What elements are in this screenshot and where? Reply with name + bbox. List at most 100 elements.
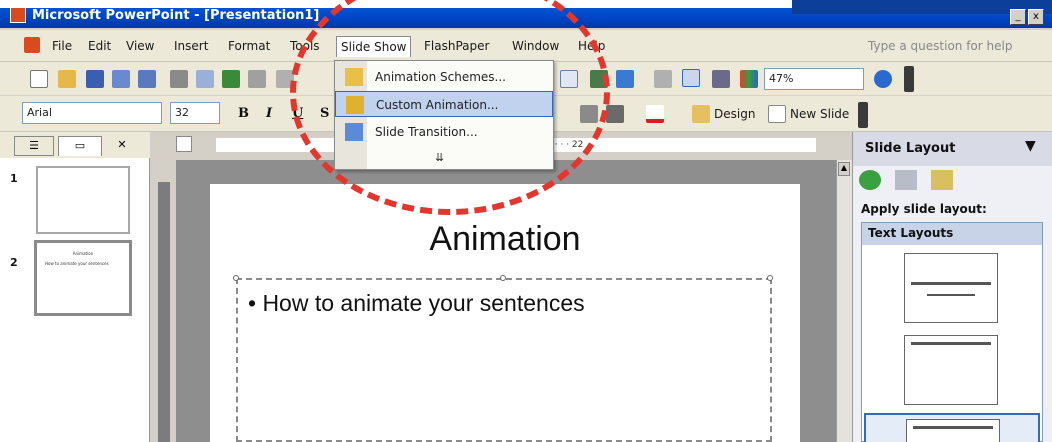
research-icon[interactable]	[248, 70, 266, 88]
scroll-up-arrow-icon[interactable]: ▲	[838, 162, 850, 176]
help-icon[interactable]	[874, 70, 892, 88]
close-pane-icon[interactable]: ✕	[112, 136, 132, 156]
vertical-ruler-track	[158, 182, 170, 442]
white-band	[0, 0, 792, 8]
menu-slide-transition[interactable]: Slide Transition...	[335, 119, 553, 145]
back-icon[interactable]	[859, 170, 881, 190]
tab-selector-icon[interactable]	[176, 136, 192, 152]
zoom-combo[interactable]: 47%	[764, 68, 864, 90]
menu-animation-schemes[interactable]: Animation Schemes...	[335, 64, 553, 90]
restore-button[interactable]: x	[1028, 9, 1044, 25]
menu-view[interactable]: View	[126, 39, 154, 53]
save-icon[interactable]	[86, 70, 104, 88]
vertical-ruler	[150, 160, 176, 442]
menu-window[interactable]: Window	[512, 39, 559, 53]
new-slide-icon[interactable]	[768, 105, 786, 123]
forward-icon[interactable]	[895, 170, 917, 190]
cut-icon[interactable]	[276, 70, 294, 88]
powerpoint-app-icon[interactable]	[10, 7, 26, 23]
print-icon[interactable]	[170, 70, 188, 88]
increase-indent-icon[interactable]	[606, 105, 624, 123]
resize-handle-tm[interactable]	[500, 275, 506, 281]
animation-schemes-label: Animation Schemes...	[375, 70, 506, 84]
title-bar: Microsoft PowerPoint - [Presentation1] _…	[0, 0, 1052, 28]
font-combo[interactable]: Arial	[22, 102, 162, 124]
apply-layout-label: Apply slide layout:	[861, 202, 987, 216]
task-pane-title: Slide Layout	[865, 141, 956, 156]
bold-button[interactable]: B	[238, 106, 249, 121]
menu-flashpaper[interactable]: FlashPaper	[424, 39, 489, 53]
menu-slide-show[interactable]: Slide Show	[336, 36, 412, 57]
layout-title-only-line	[911, 342, 991, 345]
layout-title-and-text-line	[913, 426, 993, 429]
home-icon[interactable]	[931, 170, 953, 190]
layout-title-and-text[interactable]	[864, 413, 1040, 442]
slide-title[interactable]: Animation	[210, 220, 800, 259]
task-pane-header: Slide Layout ▼	[853, 132, 1052, 166]
toolbar-options-icon-2[interactable]	[858, 102, 868, 128]
tab-outline[interactable]: ☰	[14, 136, 54, 156]
thumb-text: How to animate your sentences	[45, 261, 109, 266]
color-grayscale-icon[interactable]	[740, 70, 758, 88]
spelling-icon[interactable]	[222, 70, 240, 88]
menu-bar: File Edit View Insert Format Tools Slide…	[0, 30, 1052, 62]
font-color-icon[interactable]	[646, 105, 664, 123]
hyperlink-icon[interactable]	[616, 70, 634, 88]
custom-animation-icon	[346, 96, 364, 114]
slide-thumbnail-1[interactable]	[36, 166, 130, 234]
menu-insert[interactable]: Insert	[174, 39, 208, 53]
minimize-button[interactable]: _	[1010, 9, 1026, 25]
email-icon[interactable]	[138, 70, 156, 88]
menu-help[interactable]: Help	[578, 39, 605, 53]
expand-icon[interactable]	[654, 70, 672, 88]
powerpoint-window: Microsoft PowerPoint - [Presentation1] _…	[0, 0, 1052, 442]
menu-tools[interactable]: Tools	[290, 39, 320, 53]
menu-file[interactable]: File	[52, 39, 72, 53]
menu-edit[interactable]: Edit	[88, 39, 111, 53]
italic-button[interactable]: I	[266, 106, 272, 121]
slide-number-2: 2	[10, 256, 18, 269]
resize-handle-tr[interactable]	[767, 275, 773, 281]
layout-title-only[interactable]	[904, 335, 998, 405]
print-preview-icon[interactable]	[196, 70, 214, 88]
grid-icon[interactable]	[712, 70, 730, 88]
new-slide-label[interactable]: New Slide	[790, 107, 849, 121]
menu-custom-animation[interactable]: Custom Animation...	[335, 91, 553, 117]
help-search-input[interactable]: Type a question for help	[868, 39, 1012, 53]
underline-button[interactable]: U	[292, 106, 303, 121]
decrease-indent-icon[interactable]	[580, 105, 598, 123]
task-pane: Slide Layout ▼ Apply slide layout: Text …	[852, 132, 1052, 442]
design-label[interactable]: Design	[714, 107, 755, 121]
slide-show-menu: Animation Schemes... Custom Animation...…	[334, 60, 554, 170]
animation-schemes-icon	[345, 68, 363, 86]
layout-subtitle-line	[927, 294, 975, 296]
resize-handle-tl[interactable]	[233, 275, 239, 281]
permission-icon[interactable]	[112, 70, 130, 88]
bullet-text[interactable]: • How to animate your sentences	[248, 290, 585, 317]
table-icon[interactable]	[560, 70, 578, 88]
layout-title-line	[911, 282, 991, 285]
task-pane-menu-icon[interactable]: ▼	[1025, 138, 1036, 154]
menu-format[interactable]: Format	[228, 39, 270, 53]
layout-list: Text Layouts	[861, 222, 1043, 442]
show-formatting-icon[interactable]	[682, 69, 700, 87]
shadow-button[interactable]: S	[320, 106, 329, 121]
slide-transition-label: Slide Transition...	[375, 125, 478, 139]
vertical-scrollbar[interactable]: ▲	[836, 160, 852, 442]
open-icon[interactable]	[58, 70, 76, 88]
layout-section-header: Text Layouts	[862, 223, 1042, 245]
slide-transition-icon	[345, 123, 363, 141]
expand-menu-icon[interactable]: ⇊	[435, 151, 444, 164]
font-size-combo[interactable]: 32	[170, 102, 220, 124]
toolbar-options-icon[interactable]	[904, 66, 914, 92]
design-icon[interactable]	[692, 105, 710, 123]
pane-tabs: ☰ ▭ ✕	[0, 132, 150, 158]
chart-icon[interactable]	[590, 70, 608, 88]
tab-slides[interactable]: ▭	[58, 136, 102, 156]
thumb-title: Animation	[72, 251, 94, 256]
new-icon[interactable]	[30, 70, 48, 88]
layout-title-slide[interactable]	[904, 253, 998, 323]
slide-thumbnail-2[interactable]: Animation How to animate your sentences	[34, 240, 132, 316]
task-pane-nav	[859, 168, 969, 192]
document-icon[interactable]	[24, 37, 40, 53]
